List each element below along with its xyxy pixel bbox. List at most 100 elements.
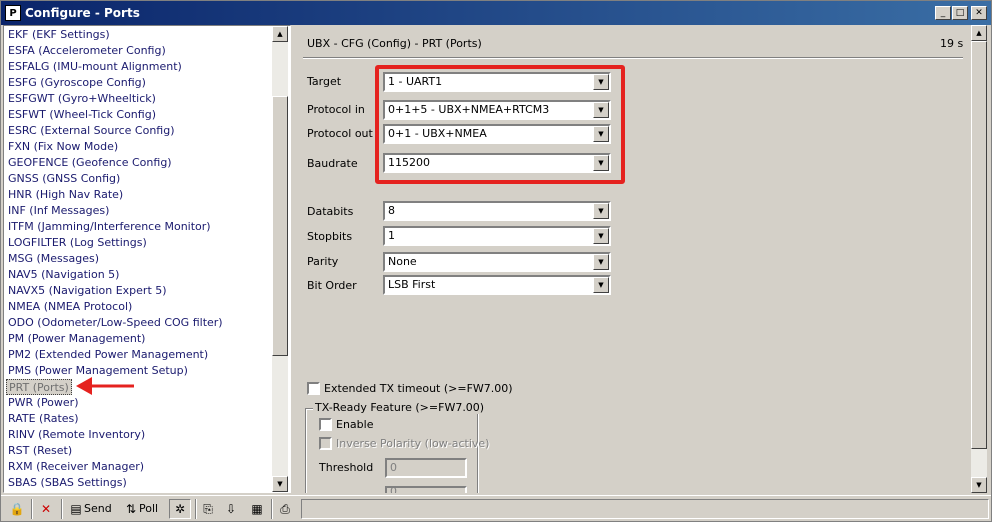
databits-select[interactable]: 8 ▼ [383, 201, 611, 221]
scroll-thumb[interactable] [272, 96, 288, 356]
threshold-input[interactable]: 0 [385, 458, 467, 478]
chevron-down-icon[interactable]: ▼ [593, 228, 609, 244]
bottom-toolbar: 🔒 ✕ ▤ Send ⇅ Poll ✲ ⎘ ⇩ ▦ ⎙ [1, 495, 991, 521]
print-button[interactable]: ⎙ [277, 499, 293, 519]
revert-button[interactable]: ✕ [38, 499, 54, 519]
status-field [301, 499, 989, 519]
configure-window: P Configure - Ports _ □ ✕ EKF (EKF Setti… [0, 0, 992, 522]
list-item[interactable]: ITFM (Jamming/Interference Monitor) [8, 219, 211, 235]
list-item[interactable]: ESFALG (IMU-mount Alignment) [8, 59, 182, 75]
list-item[interactable]: NAV5 (Navigation 5) [8, 267, 119, 283]
list-item[interactable]: MSG (Messages) [8, 251, 99, 267]
config-panel: UBX - CFG (Config) - PRT (Ports) 19 s Ta… [295, 25, 989, 493]
stopbits-select[interactable]: 1 ▼ [383, 226, 611, 246]
databits-label: Databits [307, 205, 354, 218]
list-item[interactable]: ESFG (Gyroscope Config) [8, 75, 146, 91]
pin-select[interactable]: 0 [385, 486, 467, 493]
list-item[interactable]: NAVX5 (Navigation Expert 5) [8, 283, 167, 299]
autopoll-icon: ✲ [174, 502, 186, 516]
scroll-thumb[interactable] [971, 41, 987, 449]
list-item[interactable]: ESFA (Accelerometer Config) [8, 43, 166, 59]
bit-order-label: Bit Order [307, 279, 357, 292]
parity-label: Parity [307, 255, 339, 268]
protocol-in-label: Protocol in [307, 103, 365, 116]
scroll-up-arrow-icon[interactable]: ▲ [272, 26, 288, 42]
panel-title: UBX - CFG (Config) - PRT (Ports) [307, 37, 482, 50]
parity-select[interactable]: None ▼ [383, 252, 611, 272]
header-divider [303, 57, 963, 59]
document-icon: ▦ [251, 502, 263, 516]
list-item[interactable]: RST (Reset) [8, 443, 72, 459]
list-item[interactable]: RATE (Rates) [8, 411, 79, 427]
list-item[interactable]: HNR (High Nav Rate) [8, 187, 123, 203]
list-item[interactable]: ESRC (External Source Config) [8, 123, 175, 139]
load-button[interactable]: ⇩ [223, 499, 239, 519]
app-icon: P [5, 5, 21, 21]
list-item[interactable]: NMEA (NMEA Protocol) [8, 299, 132, 315]
lock-icon: 🔒 [9, 502, 25, 516]
panel-scrollbar[interactable]: ▲ ▼ [971, 25, 987, 493]
chevron-down-icon[interactable]: ▼ [593, 203, 609, 219]
list-item[interactable]: INF (Inf Messages) [8, 203, 109, 219]
tx-ready-enable-label: Enable [336, 418, 374, 431]
list-item[interactable]: ODO (Odometer/Low-Speed COG filter) [8, 315, 223, 331]
list-item[interactable]: PM2 (Extended Power Management) [8, 347, 208, 363]
list-item[interactable]: RXM (Receiver Manager) [8, 459, 144, 475]
list-item[interactable]: RINV (Remote Inventory) [8, 427, 145, 443]
toolbar-separator [61, 499, 63, 519]
bit-order-value: LSB First [388, 278, 436, 291]
poll-button[interactable]: ⇅ Poll [123, 499, 158, 519]
parity-value: None [388, 255, 417, 268]
list-item-selected[interactable]: PRT (Ports) [6, 379, 72, 395]
inverse-polarity-label: Inverse Polarity (low-active) [336, 437, 490, 450]
inverse-polarity-checkbox[interactable] [319, 437, 332, 450]
list-item[interactable]: PWR (Power) [8, 395, 79, 411]
send-icon: ▤ [70, 502, 82, 516]
list-scrollbar[interactable]: ▲ ▼ [272, 26, 288, 492]
extended-tx-checkbox[interactable] [307, 382, 320, 395]
bit-order-select[interactable]: LSB First ▼ [383, 275, 611, 295]
list-item[interactable]: ESFWT (Wheel-Tick Config) [8, 107, 156, 123]
document-button[interactable]: ▦ [249, 499, 265, 519]
toolbar-separator [31, 499, 33, 519]
databits-value: 8 [388, 204, 395, 217]
extended-tx-label: Extended TX timeout (>=FW7.00) [324, 382, 513, 395]
scroll-down-arrow-icon[interactable]: ▼ [971, 477, 987, 493]
list-item[interactable]: GNSS (GNSS Config) [8, 171, 120, 187]
poll-icon: ⇅ [125, 502, 137, 516]
poll-label: Poll [139, 502, 159, 515]
scroll-down-arrow-icon[interactable]: ▼ [272, 476, 288, 492]
list-item[interactable]: ESFGWT (Gyro+Wheeltick) [8, 91, 156, 107]
scroll-up-arrow-icon[interactable]: ▲ [971, 25, 987, 41]
lock-button[interactable]: 🔒 [9, 499, 25, 519]
stopbits-label: Stopbits [307, 230, 353, 243]
load-icon: ⇩ [225, 502, 237, 516]
target-label: Target [307, 75, 342, 88]
window-title: Configure - Ports [25, 6, 140, 20]
list-item[interactable]: GEOFENCE (Geofence Config) [8, 155, 172, 171]
chevron-down-icon[interactable]: ▼ [593, 277, 609, 293]
list-item[interactable]: PM (Power Management) [8, 331, 145, 347]
list-item[interactable]: LOGFILTER (Log Settings) [8, 235, 147, 251]
send-label: Send [84, 502, 112, 515]
copy-button[interactable]: ⎘ [200, 499, 216, 519]
baudrate-label: Baudrate [307, 157, 358, 170]
print-icon: ⎙ [280, 502, 290, 516]
tx-ready-enable-checkbox[interactable] [319, 418, 332, 431]
list-item[interactable]: FXN (Fix Now Mode) [8, 139, 118, 155]
chevron-down-icon[interactable]: ▼ [593, 254, 609, 270]
minimize-button[interactable]: _ [935, 6, 951, 20]
toolbar-separator [271, 499, 273, 519]
send-button[interactable]: ▤ Send [68, 499, 112, 519]
close-button[interactable]: ✕ [971, 6, 987, 20]
title-bar[interactable]: P Configure - Ports _ □ ✕ [1, 1, 991, 25]
stopbits-value: 1 [388, 229, 395, 242]
message-list[interactable]: EKF (EKF Settings) ESFA (Accelerometer C… [3, 25, 291, 493]
list-item[interactable]: EKF (EKF Settings) [8, 27, 110, 43]
autopoll-toggle[interactable]: ✲ [169, 499, 191, 519]
toolbar-separator [195, 499, 197, 519]
tx-ready-group-title: TX-Ready Feature (>=FW7.00) [313, 401, 487, 414]
maximize-button[interactable]: □ [952, 6, 968, 20]
list-item[interactable]: SBAS (SBAS Settings) [8, 475, 127, 491]
protocol-out-label: Protocol out [307, 127, 373, 140]
